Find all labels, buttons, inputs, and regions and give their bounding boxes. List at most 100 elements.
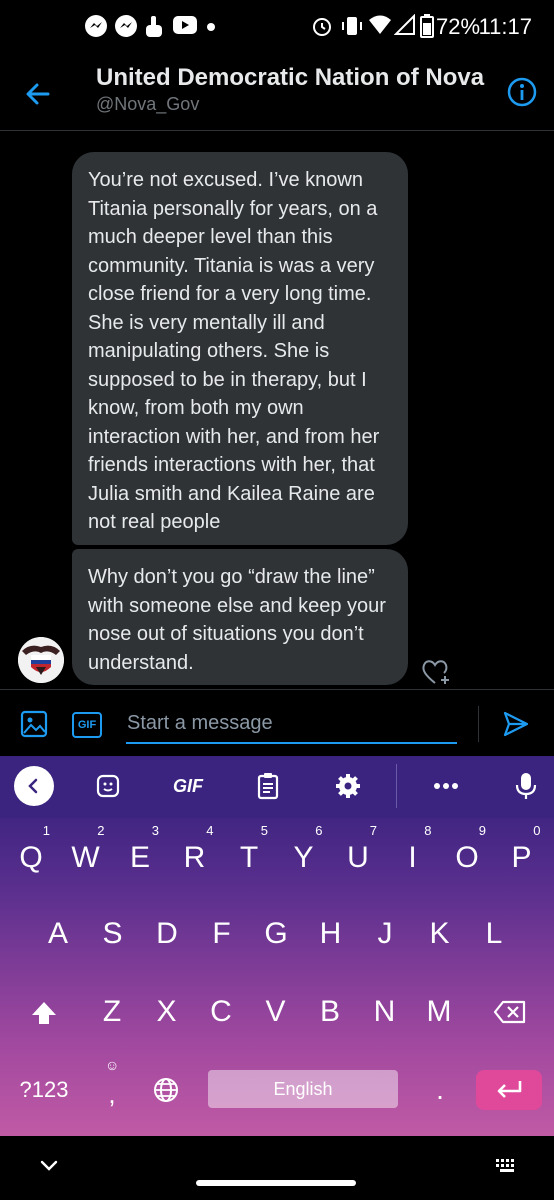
key-number-hint: 6 bbox=[315, 823, 323, 838]
more-icon[interactable] bbox=[432, 770, 460, 802]
chevron-down-icon[interactable] bbox=[38, 1158, 60, 1174]
key-c[interactable]: C bbox=[200, 992, 242, 1032]
messenger-icon bbox=[115, 15, 137, 37]
key-i[interactable]: I8 bbox=[392, 824, 434, 878]
key-label: P bbox=[511, 841, 532, 874]
info-icon[interactable] bbox=[506, 76, 538, 108]
key-number-hint: 0 bbox=[533, 823, 541, 838]
key-o[interactable]: O9 bbox=[446, 824, 488, 878]
key-h[interactable]: H bbox=[310, 914, 352, 954]
image-icon[interactable] bbox=[20, 710, 48, 738]
key-q[interactable]: Q1 bbox=[10, 824, 52, 878]
wifi-icon bbox=[369, 15, 391, 34]
conversation-handle: @Nova_Gov bbox=[96, 94, 200, 114]
key-x[interactable]: X bbox=[146, 992, 188, 1032]
shift-key[interactable] bbox=[24, 992, 64, 1039]
key-label: E bbox=[129, 841, 150, 874]
period-key[interactable]: . bbox=[422, 1070, 458, 1110]
key-l[interactable]: L bbox=[473, 914, 515, 954]
comma-label: , bbox=[108, 1079, 116, 1109]
keyboard-toolbar: GIF bbox=[0, 756, 554, 818]
symbols-key[interactable]: ?123 bbox=[6, 1070, 82, 1110]
like-heart-icon[interactable] bbox=[420, 656, 452, 686]
keyboard: GIF Q1W2E3R4T5Y6U7I8O9P0 ASDFGHJKL ZXCVB… bbox=[0, 756, 554, 1136]
key-number-hint: 4 bbox=[206, 823, 214, 838]
key-t[interactable]: T5 bbox=[228, 824, 270, 878]
gif-button[interactable]: GIF bbox=[72, 712, 102, 738]
vibrate-icon bbox=[342, 17, 362, 35]
battery-icon bbox=[420, 14, 434, 38]
globe-icon bbox=[154, 1078, 178, 1102]
key-a[interactable]: A bbox=[37, 914, 79, 954]
dot-icon bbox=[207, 23, 215, 31]
signal-icon bbox=[394, 14, 415, 35]
enter-key[interactable] bbox=[476, 1070, 542, 1110]
key-label: O bbox=[455, 841, 479, 874]
toolbar-divider bbox=[396, 764, 397, 808]
key-y[interactable]: Y6 bbox=[283, 824, 325, 878]
message-input[interactable] bbox=[126, 704, 457, 744]
key-label: Y bbox=[293, 841, 314, 874]
key-label: T bbox=[239, 841, 259, 874]
language-globe-key[interactable] bbox=[146, 1070, 186, 1115]
keyboard-switch-icon[interactable] bbox=[494, 1156, 520, 1176]
key-d[interactable]: D bbox=[146, 914, 188, 954]
key-u[interactable]: U7 bbox=[337, 824, 379, 878]
hand-icon bbox=[146, 16, 162, 37]
navigation-bar bbox=[0, 1136, 554, 1200]
key-v[interactable]: V bbox=[255, 992, 297, 1032]
gif-icon[interactable]: GIF bbox=[166, 770, 210, 802]
key-m[interactable]: M bbox=[418, 992, 460, 1032]
battery-percent: 72% bbox=[436, 14, 481, 39]
status-bar: 72% 11:17 bbox=[0, 0, 554, 56]
key-j[interactable]: J bbox=[364, 914, 406, 954]
avatar-emblem-icon bbox=[18, 637, 64, 683]
space-bar[interactable]: English bbox=[208, 1070, 398, 1108]
divider bbox=[478, 706, 479, 742]
key-k[interactable]: K bbox=[419, 914, 461, 954]
sticker-icon[interactable] bbox=[94, 770, 122, 802]
message-bubble[interactable]: You’re not excused. I’ve known Titania p… bbox=[72, 152, 408, 545]
key-number-hint: 8 bbox=[424, 823, 432, 838]
key-p[interactable]: P0 bbox=[501, 824, 543, 878]
back-arrow-icon[interactable] bbox=[20, 76, 56, 112]
key-label: I bbox=[408, 841, 417, 874]
key-label: Q bbox=[19, 841, 43, 874]
send-icon[interactable] bbox=[502, 710, 530, 738]
key-s[interactable]: S bbox=[92, 914, 134, 954]
key-z[interactable]: Z bbox=[91, 992, 133, 1032]
key-w[interactable]: W2 bbox=[65, 824, 107, 878]
backspace-key[interactable] bbox=[488, 992, 532, 1036]
gear-icon[interactable] bbox=[334, 770, 362, 802]
key-number-hint: 7 bbox=[369, 823, 377, 838]
key-f[interactable]: F bbox=[201, 914, 243, 954]
chevron-left-icon[interactable] bbox=[14, 766, 54, 806]
key-number-hint: 3 bbox=[151, 823, 159, 838]
mic-icon[interactable] bbox=[514, 770, 538, 802]
gif-label: GIF bbox=[77, 719, 97, 731]
key-n[interactable]: N bbox=[364, 992, 406, 1032]
key-e[interactable]: E3 bbox=[119, 824, 161, 878]
key-label: W bbox=[71, 841, 100, 874]
key-b[interactable]: B bbox=[309, 992, 351, 1032]
youtube-icon bbox=[173, 16, 197, 34]
conversation-title[interactable]: United Democratic Nation of Nova bbox=[96, 64, 484, 92]
key-number-hint: 9 bbox=[478, 823, 486, 838]
key-number-hint: 5 bbox=[260, 823, 268, 838]
key-number-hint: 2 bbox=[97, 823, 105, 838]
message-composer: GIF bbox=[0, 689, 554, 757]
home-gesture-bar[interactable] bbox=[196, 1180, 356, 1186]
clipboard-icon[interactable] bbox=[254, 770, 282, 802]
emoji-hint-icon: ☺ bbox=[105, 1057, 120, 1073]
key-r[interactable]: R4 bbox=[174, 824, 216, 878]
messenger-icon bbox=[85, 15, 107, 37]
alarm-icon bbox=[313, 18, 331, 36]
message-bubble[interactable]: Why don’t you go “draw the line” with so… bbox=[72, 549, 408, 685]
clock: 11:17 bbox=[478, 14, 532, 39]
avatar[interactable] bbox=[18, 637, 64, 683]
key-label: R bbox=[183, 841, 206, 874]
key-g[interactable]: G bbox=[255, 914, 297, 954]
enter-arrow-icon bbox=[497, 1081, 522, 1098]
backspace-icon bbox=[493, 1000, 526, 1024]
conversation-header: United Democratic Nation of Nova @Nova_G… bbox=[0, 56, 554, 131]
